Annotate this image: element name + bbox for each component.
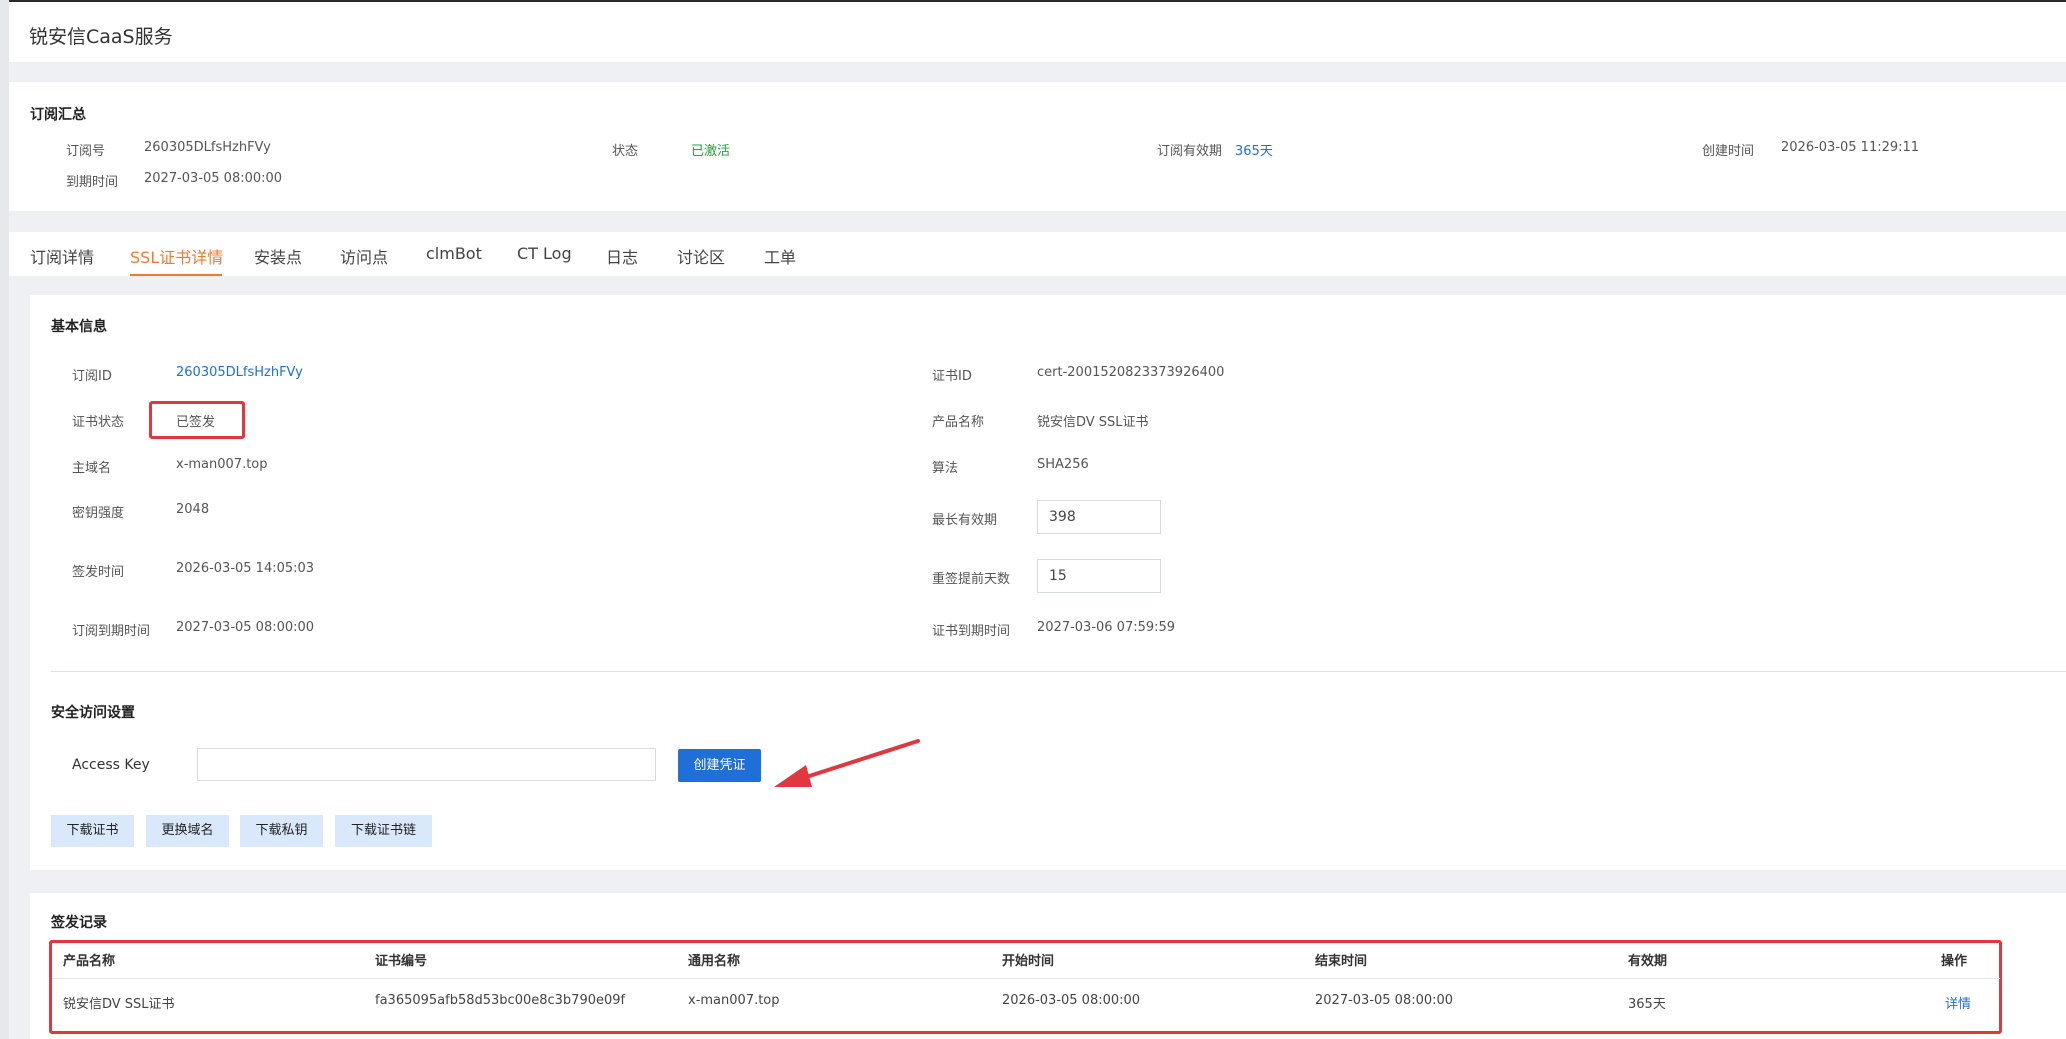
issuance-records-panel: 签发记录 产品名称 证书编号 通用名称 开始时间 结束时间 有效期 操作 锐安信… [30, 893, 2066, 1039]
tab-bar: 订阅详情 SSL证书详情 安装点 访问点 clmBot CT Log 日志 讨论… [9, 232, 2066, 276]
basic-info-panel: 基本信息 订阅ID 260305DLfsHzhFVy 证书状态 已签发 主域名 … [30, 295, 2066, 870]
security-settings-title: 安全访问设置 [51, 705, 135, 721]
renew-days-label: 重签提前天数 [932, 572, 1011, 587]
create-credential-button[interactable]: 创建凭证 [678, 749, 761, 782]
validity-label: 订阅有效期 [1157, 144, 1223, 159]
col-cert-number: 证书编号 [375, 954, 428, 969]
cert-expire-label: 证书到期时间 [932, 624, 1011, 639]
col-validity: 有效期 [1628, 954, 1668, 969]
cell-end-time: 2027-03-05 08:00:00 [1315, 993, 1454, 1008]
product-label: 产品名称 [932, 415, 985, 430]
order-no-label: 订阅号 [66, 144, 106, 159]
cert-id-label: 证书ID [932, 369, 972, 384]
cell-common-name: x-man007.top [688, 993, 780, 1008]
left-edge-strip [0, 0, 9, 1039]
subscription-id-label: 订阅ID [72, 369, 112, 384]
tab-clmbot[interactable]: clmBot [426, 244, 482, 263]
table-header-divider [52, 978, 2000, 979]
product-value: 锐安信DV SSL证书 [1037, 415, 1149, 430]
renew-days-field[interactable]: 15 [1037, 559, 1161, 593]
cell-product-name: 锐安信DV SSL证书 [63, 997, 175, 1012]
status-label: 状态 [612, 144, 639, 159]
tab-discussion[interactable]: 讨论区 [677, 244, 725, 268]
col-start-time: 开始时间 [1002, 954, 1055, 969]
expire-value: 2027-03-05 08:00:00 [144, 171, 283, 186]
issue-time-label: 签发时间 [72, 565, 125, 580]
details-link[interactable]: 详情 [1945, 993, 1971, 1012]
status-value: 已激活 [691, 144, 731, 159]
sub-expire-value: 2027-03-05 08:00:00 [176, 620, 315, 635]
records-title: 签发记录 [51, 915, 107, 931]
cell-start-time: 2026-03-05 08:00:00 [1002, 993, 1141, 1008]
domain-label: 主域名 [72, 461, 112, 476]
cert-id-value: cert-2001520823373926400 [1037, 365, 1225, 380]
subscription-id-link[interactable]: 260305DLfsHzhFVy [176, 365, 303, 380]
max-valid-label: 最长有效期 [932, 513, 998, 528]
max-valid-field[interactable]: 398 [1037, 500, 1161, 534]
subscription-summary-panel: 订阅汇总 订阅号 260305DLfsHzhFVy 状态 已激活 订阅有效期 3… [9, 82, 2066, 211]
col-end-time: 结束时间 [1315, 954, 1368, 969]
access-key-label: Access Key [72, 757, 150, 773]
col-product-name: 产品名称 [63, 954, 116, 969]
col-common-name: 通用名称 [688, 954, 741, 969]
app-title: 锐安信CaaS服务 [29, 26, 173, 48]
col-actions: 操作 [1941, 954, 1968, 969]
tab-subscription-details[interactable]: 订阅详情 [30, 244, 94, 268]
created-value: 2026-03-05 11:29:11 [1781, 140, 1920, 155]
summary-title: 订阅汇总 [30, 107, 86, 123]
tab-tickets[interactable]: 工单 [764, 244, 796, 268]
created-label: 创建时间 [1702, 144, 1755, 159]
app-header: 锐安信CaaS服务 [9, 2, 2066, 62]
red-arrow-annotation [774, 739, 920, 787]
active-tab-indicator [130, 274, 222, 276]
order-no-value: 260305DLfsHzhFVy [144, 140, 271, 155]
key-strength-value: 2048 [176, 502, 210, 517]
section-divider [51, 671, 2066, 672]
tab-ct-log[interactable]: CT Log [517, 244, 572, 263]
download-cert-chain-button[interactable]: 下载证书链 [335, 815, 432, 847]
download-private-key-button[interactable]: 下载私钥 [240, 815, 323, 847]
algorithm-value: SHA256 [1037, 457, 1089, 472]
issue-time-value: 2026-03-05 14:05:03 [176, 561, 315, 576]
tab-access-points[interactable]: 访问点 [340, 244, 388, 268]
change-domain-button[interactable]: 更换域名 [146, 815, 229, 847]
cell-validity: 365天 [1628, 997, 1666, 1012]
tab-logs[interactable]: 日志 [606, 244, 638, 268]
access-key-input[interactable] [197, 748, 656, 781]
download-cert-button[interactable]: 下载证书 [51, 815, 134, 847]
expire-label: 到期时间 [66, 175, 119, 190]
domain-value: x-man007.top [176, 457, 268, 472]
validity-value: 365天 [1235, 144, 1273, 159]
algorithm-label: 算法 [932, 461, 959, 476]
tab-install-points[interactable]: 安装点 [254, 244, 302, 268]
tab-ssl-cert-details[interactable]: SSL证书详情 [130, 244, 223, 268]
cell-cert-number: fa365095afb58d53bc00e8c3b790e09f [375, 993, 626, 1008]
sub-expire-label: 订阅到期时间 [72, 624, 151, 639]
key-strength-label: 密钥强度 [72, 506, 125, 521]
cert-expire-value: 2027-03-06 07:59:59 [1037, 620, 1176, 635]
cert-status-value: 已签发 [176, 415, 216, 430]
cert-status-label: 证书状态 [72, 415, 125, 430]
basic-info-title: 基本信息 [51, 319, 107, 335]
